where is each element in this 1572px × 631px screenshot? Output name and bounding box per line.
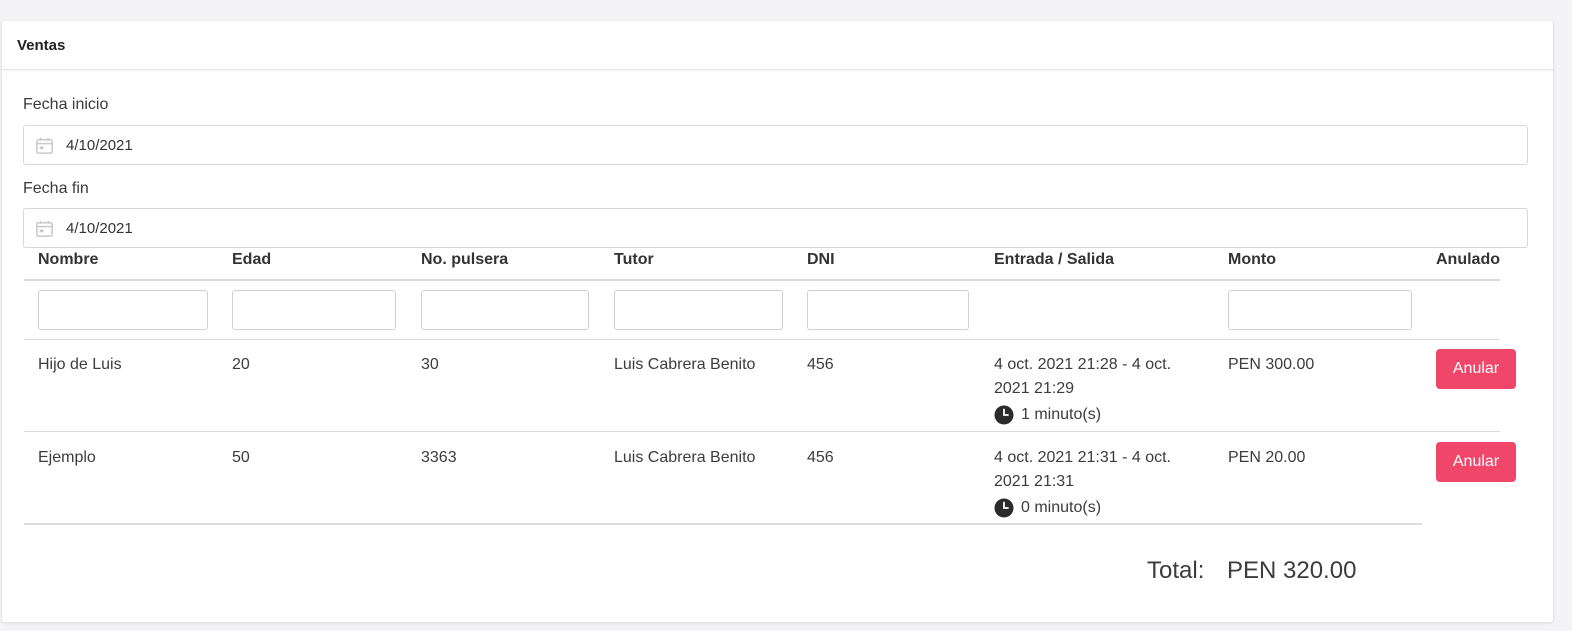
- column-header-dni: DNI: [807, 251, 835, 268]
- filter-edad-input[interactable]: [232, 290, 396, 330]
- column-header-entrada-salida: Entrada / Salida: [994, 251, 1115, 268]
- cell-edad: 20: [232, 356, 250, 373]
- entrada-salida-line2: 2021 21:31: [994, 473, 1075, 490]
- duration-text: 0 minuto(s): [1021, 499, 1102, 516]
- total-label: Total:: [1147, 557, 1205, 584]
- cell-pulsera: 30: [421, 356, 439, 373]
- filter-dni-input[interactable]: [807, 290, 969, 330]
- filter-tutor-input[interactable]: [614, 290, 783, 330]
- table-row: Ejemplo 50 3363 Luis Cabrera Benito 456 …: [24, 433, 1516, 525]
- duration: 1 minuto(s): [994, 403, 1171, 427]
- anular-button[interactable]: Anular: [1436, 349, 1516, 389]
- page-title: Ventas: [17, 37, 66, 54]
- cell-nombre: Ejemplo: [38, 449, 96, 466]
- filter-row: [24, 281, 1500, 340]
- anular-button[interactable]: Anular: [1436, 442, 1516, 482]
- column-header-monto: Monto: [1228, 251, 1276, 268]
- entrada-salida-line2: 2021 21:29: [994, 380, 1075, 397]
- clock-icon: [994, 498, 1014, 518]
- calendar-icon: [36, 220, 53, 237]
- cell-dni: 456: [807, 449, 834, 466]
- card-header: Ventas: [2, 21, 1553, 70]
- filter-monto-input[interactable]: [1228, 290, 1412, 330]
- column-header-tutor: Tutor: [614, 251, 654, 268]
- cell-monto: PEN 20.00: [1228, 449, 1306, 466]
- column-header-edad: Edad: [232, 251, 272, 268]
- start-date-input[interactable]: 4/10/2021: [23, 125, 1528, 165]
- cell-edad: 50: [232, 449, 250, 466]
- clock-icon: [994, 405, 1014, 425]
- cell-pulsera: 3363: [421, 449, 457, 466]
- end-date-value: 4/10/2021: [66, 219, 133, 237]
- cell-nombre: Hijo de Luis: [38, 356, 122, 373]
- filter-nombre-input[interactable]: [38, 290, 208, 330]
- duration: 0 minuto(s): [994, 496, 1171, 520]
- cell-monto: PEN 300.00: [1228, 356, 1315, 373]
- total-value: PEN 320.00: [1227, 557, 1357, 584]
- column-header-nombre: Nombre: [38, 251, 99, 268]
- column-header-anulado: Anulado: [1436, 251, 1500, 268]
- end-date-label: Fecha fin: [23, 180, 89, 197]
- table-row: Hijo de Luis 20 30 Luis Cabrera Benito 4…: [24, 340, 1516, 432]
- cell-entrada-salida: 4 oct. 2021 21:31 - 4 oct. 2021 21:31 0 …: [994, 446, 1171, 520]
- duration-text: 1 minuto(s): [1021, 406, 1102, 423]
- column-header-pulsera: No. pulsera: [421, 251, 509, 268]
- calendar-icon: [36, 137, 53, 154]
- entrada-salida-line1: 4 oct. 2021 21:28 - 4 oct.: [994, 356, 1172, 373]
- filter-pulsera-input[interactable]: [421, 290, 589, 330]
- cell-entrada-salida: 4 oct. 2021 21:28 - 4 oct. 2021 21:29 1 …: [994, 353, 1171, 427]
- cell-tutor: Luis Cabrera Benito: [614, 356, 756, 373]
- table-header: Nombre Edad No. pulsera Tutor DNI Entrad…: [24, 243, 1500, 281]
- end-date-input[interactable]: 4/10/2021: [23, 208, 1528, 248]
- cell-dni: 456: [807, 356, 834, 373]
- start-date-value: 4/10/2021: [66, 136, 133, 154]
- entrada-salida-line1: 4 oct. 2021 21:31 - 4 oct.: [994, 449, 1172, 466]
- start-date-label: Fecha inicio: [23, 96, 109, 113]
- cell-tutor: Luis Cabrera Benito: [614, 449, 756, 466]
